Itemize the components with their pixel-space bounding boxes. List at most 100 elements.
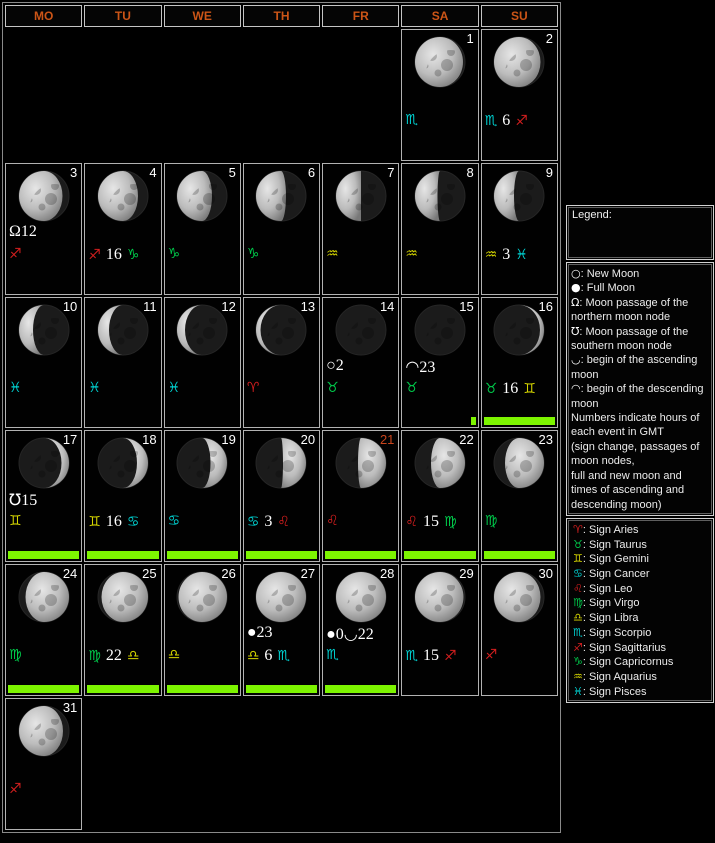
moon-phase-image (96, 570, 150, 624)
day-cell-5[interactable]: 5 ♑ (164, 163, 241, 295)
day-cell-4[interactable]: 4 ♐16♑ (84, 163, 161, 295)
moon-phase-image (254, 570, 308, 624)
moon-calendar-app: MOTUWETHFRSASU1 ♏2 ♏6♐3 Ω12♐4 ♐16♑5 ♑6 ♑… (0, 0, 715, 843)
day-cell-30[interactable]: 30 ♐ (481, 564, 558, 696)
day-cell-17[interactable]: 17 ℧15♊ (5, 430, 82, 562)
day-cell-31[interactable]: 31 ♐ (5, 698, 82, 830)
day-cell-1[interactable]: 1 ♏ (401, 29, 478, 161)
zodiac-sign-row: ♓ (9, 380, 22, 396)
day-cell-2[interactable]: 2 ♏6♐ (481, 29, 558, 161)
moon-phase-image (17, 303, 71, 357)
legend-panel: Legend: ○: New Moon●: Full MoonΩ: Moon p… (566, 205, 714, 705)
descending-moon-period-bar (325, 551, 396, 559)
day-cell-11[interactable]: 11 ♓ (84, 297, 161, 429)
moon-phase-image (413, 303, 467, 357)
day-cell-6[interactable]: 6 ♑ (243, 163, 320, 295)
zodiac-sign-icon: ♍ (573, 596, 583, 609)
zodiac-sign-icon: ♉ (485, 381, 498, 397)
legend-note: full and new moon and times of ascending… (571, 469, 709, 512)
legend-symbol-icon: ○ (571, 267, 581, 280)
zodiac-sign-icon: ♋ (168, 513, 181, 529)
sign-change-hour: 16 (502, 380, 518, 398)
day-cell-7[interactable]: 7 ♒ (322, 163, 399, 295)
weekday-header-mo: MO (5, 5, 82, 27)
legend-sign-row: ♉: Sign Taurus (573, 538, 709, 553)
zodiac-sign-icon: ♒ (485, 247, 498, 263)
day-number: 7 (387, 165, 394, 180)
legend-sign-row: ♍: Sign Virgo (573, 596, 709, 611)
descending-moon-period-bar (484, 417, 555, 425)
weekday-header-tu: TU (84, 5, 161, 27)
zodiac-sign-row: ♐ (9, 781, 22, 797)
day-cell-26[interactable]: 26 ♎ (164, 564, 241, 696)
zodiac-sign-icon: ♊ (88, 514, 101, 530)
day-cell-23[interactable]: 23 ♍ (481, 430, 558, 562)
zodiac-sign-icon: ♌ (277, 514, 290, 530)
day-cell-20[interactable]: 20 ♋3♌ (243, 430, 320, 562)
weekday-header-we: WE (164, 5, 241, 27)
day-cell-21[interactable]: 21 ♌ (322, 430, 399, 562)
day-cell-22[interactable]: 22 ♌15♍ (401, 430, 478, 562)
descending-moon-period-bar (484, 551, 555, 559)
zodiac-sign-icon: ♓ (168, 380, 181, 396)
zodiac-sign-icon: ♏ (405, 648, 418, 664)
zodiac-sign-row: ♒ (326, 246, 339, 262)
day-number: 5 (229, 165, 236, 180)
moon-phase-image (17, 570, 71, 624)
legend-item: ◠: begin of the descending moon (571, 382, 709, 411)
zodiac-sign-icon: ♐ (573, 641, 583, 654)
weekday-header-sa: SA (401, 5, 478, 27)
day-cell-16[interactable]: 16 ♉16♊ (481, 297, 558, 429)
zodiac-sign-icon: ♎ (168, 647, 181, 663)
day-cell-28[interactable]: 28 ●0◡22♏ (322, 564, 399, 696)
legend-sign-row: ♏: Sign Scorpio (573, 626, 709, 641)
moon-phase-image (254, 436, 308, 490)
day-cell-3[interactable]: 3 Ω12♐ (5, 163, 82, 295)
moon-phase-image (334, 303, 388, 357)
day-cell-18[interactable]: 18 ♊16♋ (84, 430, 161, 562)
moon-phase-image (175, 303, 229, 357)
sign-change-hour: 3 (264, 513, 272, 531)
day-cell-29[interactable]: 29 ♏15♐ (401, 564, 478, 696)
zodiac-sign-row: ♐ (485, 647, 498, 663)
legend-item: ○: New Moon (571, 267, 709, 281)
moon-event-text: ℧15 (9, 490, 37, 510)
zodiac-sign-icon: ♐ (444, 648, 457, 664)
day-cell-13[interactable]: 13 ♈ (243, 297, 320, 429)
weekday-header-su: SU (481, 5, 558, 27)
day-cell-12[interactable]: 12 ♓ (164, 297, 241, 429)
legend-sign-row: ♑: Sign Capricornus (573, 655, 709, 670)
day-cell-27[interactable]: 27 ●23♎6♏ (243, 564, 320, 696)
descending-moon-period-bar (404, 551, 475, 559)
moon-phase-image (334, 169, 388, 223)
zodiac-sign-icon: ♋ (573, 567, 583, 580)
legend-items-box: ○: New Moon●: Full MoonΩ: Moon passage o… (566, 262, 714, 516)
moon-phase-image (492, 169, 546, 223)
day-number: 8 (466, 165, 473, 180)
day-cell-9[interactable]: 9 ♒3♓ (481, 163, 558, 295)
day-cell-15[interactable]: 15 ◠23♉ (401, 297, 478, 429)
day-cell-24[interactable]: 24 ♍ (5, 564, 82, 696)
day-cell-19[interactable]: 19 ♋ (164, 430, 241, 562)
descending-moon-period-bar (167, 551, 238, 559)
zodiac-sign-row: ♑ (168, 246, 181, 262)
moon-phase-image (334, 570, 388, 624)
day-cell-14[interactable]: 14 ○2♉ (322, 297, 399, 429)
moon-phase-image (17, 704, 71, 758)
zodiac-sign-row: ♌15♍ (405, 513, 456, 531)
day-cell-8[interactable]: 8 ♒ (401, 163, 478, 295)
day-cell-10[interactable]: 10 ♓ (5, 297, 82, 429)
moon-phase-image (17, 436, 71, 490)
zodiac-sign-icon: ♐ (88, 247, 101, 263)
zodiac-sign-icon: ♊ (9, 513, 22, 529)
sign-change-hour: 22 (106, 647, 122, 665)
zodiac-sign-icon: ♊ (573, 552, 583, 565)
zodiac-sign-icon: ♈ (247, 380, 260, 396)
day-cell-25[interactable]: 25 ♍22♎ (84, 564, 161, 696)
zodiac-sign-icon: ♑ (127, 247, 140, 263)
sign-change-hour: 15 (423, 513, 439, 531)
zodiac-sign-icon: ♏ (326, 647, 339, 663)
zodiac-sign-row: ♏ (405, 112, 418, 128)
day-number: 6 (308, 165, 315, 180)
zodiac-sign-icon: ♍ (485, 513, 498, 529)
